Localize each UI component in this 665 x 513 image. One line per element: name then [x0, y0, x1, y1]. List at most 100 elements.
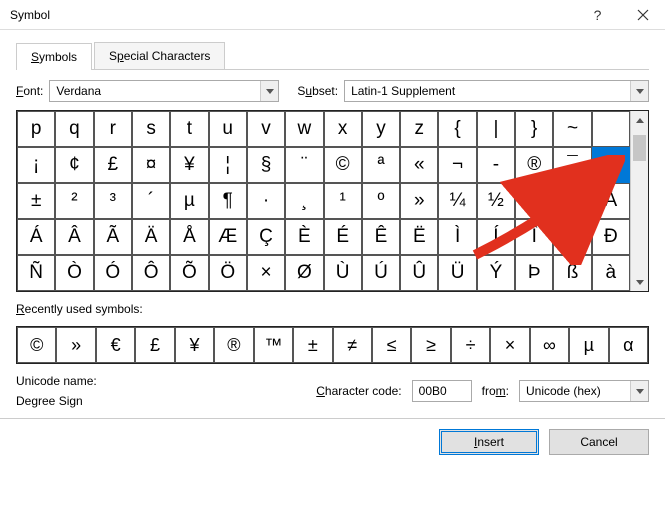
symbol-cell[interactable]: ß [553, 255, 591, 291]
scroll-track[interactable] [631, 129, 648, 273]
from-combo[interactable]: Unicode (hex) [519, 380, 649, 402]
symbol-cell[interactable]: Å [170, 219, 208, 255]
symbol-cell[interactable]: · [247, 183, 285, 219]
font-combo[interactable]: Verdana [49, 80, 279, 102]
symbol-cell[interactable]: Õ [170, 255, 208, 291]
symbol-cell[interactable]: w [285, 111, 323, 147]
symbol-cell[interactable]: | [477, 111, 515, 147]
symbol-cell[interactable]: Ø [285, 255, 323, 291]
symbol-cell[interactable]: Ì [438, 219, 476, 255]
symbol-cell[interactable]: ª [362, 147, 400, 183]
symbol-cell[interactable]: Û [400, 255, 438, 291]
recent-cell[interactable]: ± [293, 327, 332, 363]
symbol-cell[interactable]: y [362, 111, 400, 147]
tab-symbols[interactable]: Symbols [16, 43, 92, 70]
symbol-cell[interactable]: £ [94, 147, 132, 183]
symbol-cell[interactable]: Ú [362, 255, 400, 291]
symbol-cell[interactable]: ® [515, 147, 553, 183]
scroll-up-icon[interactable] [631, 111, 648, 129]
symbol-cell[interactable]: ½ [477, 183, 515, 219]
symbol-cell[interactable]: Æ [209, 219, 247, 255]
symbol-cell[interactable]: Ü [438, 255, 476, 291]
recent-cell[interactable]: ≤ [372, 327, 411, 363]
symbol-cell[interactable]: Â [55, 219, 93, 255]
symbol-cell[interactable]: ¢ [55, 147, 93, 183]
recent-cell[interactable]: ∞ [530, 327, 569, 363]
symbol-cell[interactable]: ¬ [438, 147, 476, 183]
symbol-cell[interactable]: ¨ [285, 147, 323, 183]
recent-cell[interactable]: ™ [254, 327, 293, 363]
recent-cell[interactable]: × [490, 327, 529, 363]
symbol-cell[interactable]: Î [515, 219, 553, 255]
symbol-cell[interactable]: t [170, 111, 208, 147]
symbol-cell[interactable]: { [438, 111, 476, 147]
symbol-cell[interactable]: ~ [553, 111, 591, 147]
help-button[interactable]: ? [575, 0, 620, 30]
recent-cell[interactable]: £ [135, 327, 174, 363]
symbol-cell[interactable]: ¿ [553, 183, 591, 219]
symbol-cell[interactable]: q [55, 111, 93, 147]
symbol-cell[interactable]: ¸ [285, 183, 323, 219]
recent-cell[interactable]: ≠ [333, 327, 372, 363]
recent-cell[interactable]: α [609, 327, 648, 363]
symbol-cell[interactable]: µ [170, 183, 208, 219]
symbol-cell[interactable]: ´ [132, 183, 170, 219]
symbol-cell[interactable]: » [400, 183, 438, 219]
symbol-cell[interactable]: Ã [94, 219, 132, 255]
symbol-cell[interactable]: Ó [94, 255, 132, 291]
symbol-cell[interactable]: Á [17, 219, 55, 255]
symbol-cell[interactable]: Ç [247, 219, 285, 255]
recent-cell[interactable]: ® [214, 327, 253, 363]
symbol-cell[interactable]: ¯ [553, 147, 591, 183]
symbol-cell[interactable]: « [400, 147, 438, 183]
symbol-cell[interactable]: ³ [94, 183, 132, 219]
cancel-button[interactable]: Cancel [549, 429, 649, 455]
symbol-cell[interactable]: à [592, 255, 630, 291]
symbol-cell[interactable]: ¤ [132, 147, 170, 183]
symbol-cell[interactable]: ° [592, 147, 630, 183]
symbol-cell[interactable]: u [209, 111, 247, 147]
symbol-cell[interactable]: ¦ [209, 147, 247, 183]
symbol-cell[interactable]: - [477, 147, 515, 183]
symbol-cell[interactable]: © [324, 147, 362, 183]
symbol-cell[interactable]: z [400, 111, 438, 147]
symbol-cell[interactable]: v [247, 111, 285, 147]
symbol-cell[interactable]: ¼ [438, 183, 476, 219]
recent-cell[interactable]: € [96, 327, 135, 363]
recent-cell[interactable]: ≥ [411, 327, 450, 363]
symbol-cell[interactable]: ¥ [170, 147, 208, 183]
symbol-cell[interactable]: Ë [400, 219, 438, 255]
symbol-cell[interactable]: ± [17, 183, 55, 219]
symbol-cell[interactable]: p [17, 111, 55, 147]
symbol-cell[interactable]: Ò [55, 255, 93, 291]
symbol-cell[interactable]: º [362, 183, 400, 219]
close-button[interactable] [620, 0, 665, 30]
symbol-cell[interactable]: Ä [132, 219, 170, 255]
symbol-cell[interactable]: × [247, 255, 285, 291]
symbol-cell[interactable]: Ù [324, 255, 362, 291]
char-code-input[interactable]: 00B0 [412, 380, 472, 402]
scroll-thumb[interactable] [633, 135, 646, 161]
recent-cell[interactable]: µ [569, 327, 608, 363]
symbol-cell[interactable]: Þ [515, 255, 553, 291]
symbol-cell[interactable]: Ô [132, 255, 170, 291]
symbol-cell[interactable]: Ö [209, 255, 247, 291]
symbol-cell[interactable] [592, 111, 630, 147]
symbol-cell[interactable]: Ý [477, 255, 515, 291]
symbol-cell[interactable]: Ð [592, 219, 630, 255]
symbol-cell[interactable]: } [515, 111, 553, 147]
symbol-cell[interactable]: Ê [362, 219, 400, 255]
symbol-cell[interactable]: ¶ [209, 183, 247, 219]
symbol-cell[interactable]: r [94, 111, 132, 147]
recent-cell[interactable]: ÷ [451, 327, 490, 363]
symbol-cell[interactable]: ² [55, 183, 93, 219]
symbol-cell[interactable]: Í [477, 219, 515, 255]
symbol-cell[interactable]: Ñ [17, 255, 55, 291]
recent-cell[interactable]: » [56, 327, 95, 363]
symbol-cell[interactable]: § [247, 147, 285, 183]
scrollbar[interactable] [630, 111, 648, 291]
symbol-cell[interactable]: À [592, 183, 630, 219]
symbol-cell[interactable]: ¡ [17, 147, 55, 183]
insert-button[interactable]: Insert [439, 429, 539, 455]
symbol-cell[interactable]: Ï [553, 219, 591, 255]
